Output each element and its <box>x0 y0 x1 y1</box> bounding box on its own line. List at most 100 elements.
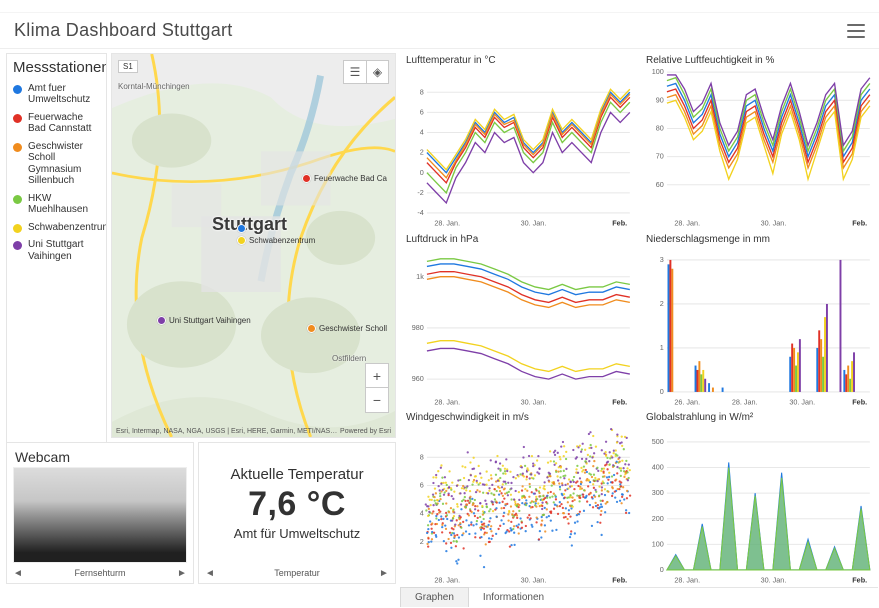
svg-text:80: 80 <box>656 124 664 133</box>
map-pin-schwabenzentrum[interactable]: Schwabenzentrum <box>237 236 315 245</box>
svg-text:1k: 1k <box>416 271 424 280</box>
svg-text:60: 60 <box>656 180 664 189</box>
webcam-next-button[interactable]: ► <box>175 568 189 579</box>
map-attribution: Esri, Intermap, NASA, NGA, USGS | Esri, … <box>116 428 391 435</box>
svg-text:Feb.: Feb. <box>852 397 867 406</box>
svg-text:0: 0 <box>660 387 664 396</box>
svg-text:30. Jan.: 30. Jan. <box>761 575 787 584</box>
map-pin-amt[interactable] <box>237 224 246 233</box>
legend-dot-icon <box>13 224 22 233</box>
chart-title: Globalstrahlung in W/m² <box>640 412 874 425</box>
svg-text:100: 100 <box>652 68 664 76</box>
svg-text:Feb.: Feb. <box>612 218 627 227</box>
svg-text:90: 90 <box>656 95 664 104</box>
svg-text:3: 3 <box>660 255 664 264</box>
map-pin-uni[interactable]: Uni Stuttgart Vaihingen <box>157 316 251 325</box>
city-label: Stuttgart <box>212 214 287 235</box>
svg-text:2: 2 <box>420 537 424 546</box>
legend-dot-icon <box>13 241 22 250</box>
zoom-in-button[interactable]: + <box>366 364 388 388</box>
zoom-controls: + − <box>365 363 389 413</box>
tab-info[interactable]: Informationen <box>469 588 559 608</box>
svg-text:28. Jan.: 28. Jan. <box>434 218 460 227</box>
charts-panel: Lufttemperatur in °C -4 -2 0 246828. Jan.30.… <box>400 53 878 584</box>
svg-text:30. Jan.: 30. Jan. <box>521 218 547 227</box>
chart-global: Globalstrahlung in W/m² 0 100 200 300 400 500 2… <box>640 410 878 587</box>
legend-item-3[interactable]: HKW Muehlhausen <box>13 193 100 216</box>
charts-tabs: Graphen Informationen <box>400 587 878 608</box>
legend-dot-icon <box>13 143 22 152</box>
svg-text:980: 980 <box>412 323 424 332</box>
chart-body[interactable]: 9609801k28. Jan.30. Jan.Feb. <box>400 247 634 409</box>
zoom-out-button[interactable]: − <box>366 388 388 412</box>
webcam-nav-label: Fernsehturm <box>74 568 125 578</box>
svg-text:-4: -4 <box>417 208 423 217</box>
chart-luftdruck: Luftdruck in hPa9609801k28. Jan.30. Jan.… <box>400 232 638 409</box>
legend-label: Feuerwache Bad Cannstatt <box>28 112 100 135</box>
legend-label: Amt fuer Umweltschutz <box>28 83 100 106</box>
map-pin-feuerwache[interactable]: Feuerwache Bad Ca <box>302 174 387 183</box>
svg-text:0: 0 <box>660 565 664 574</box>
legend-dot-icon <box>13 85 22 94</box>
header: Klima Dashboard Stuttgart <box>0 13 879 49</box>
legend-item-2[interactable]: Geschwister Scholl Gymnasium Sillenbuch <box>13 141 100 187</box>
chart-body[interactable]: 6070809010028. Jan.30. Jan.Feb. <box>640 68 874 230</box>
chart-luftfeucht: Relative Luftfeuchtigkeit in %6070809010… <box>640 53 878 230</box>
chart-title: Niederschlagsmenge in mm <box>640 234 874 247</box>
menu-icon[interactable] <box>847 24 865 38</box>
svg-text:200: 200 <box>652 514 664 523</box>
map[interactable]: S1 ☰ ◈ + − Stuttgart Korntal-Münchingen … <box>112 54 395 437</box>
legend-label: Uni Stuttgart Vaihingen <box>28 239 100 262</box>
chart-title: Relative Luftfeuchtigkeit in % <box>640 55 874 68</box>
page-title: Klima Dashboard Stuttgart <box>14 20 233 41</box>
svg-text:300: 300 <box>652 488 664 497</box>
webcam-prev-button[interactable]: ◄ <box>11 568 25 579</box>
svg-text:Feb.: Feb. <box>852 575 867 584</box>
svg-text:6: 6 <box>420 107 424 116</box>
chart-title: Lufttemperatur in °C <box>400 55 634 68</box>
temp-next-button[interactable]: ► <box>377 568 391 579</box>
map-label-ostfildern: Ostfildern <box>332 354 366 363</box>
layers-icon[interactable]: ◈ <box>366 61 388 83</box>
svg-text:28. Jan.: 28. Jan. <box>434 397 460 406</box>
legend-item-1[interactable]: Feuerwache Bad Cannstatt <box>13 112 100 135</box>
legend-dot-icon <box>13 114 22 123</box>
legend-item-4[interactable]: Schwabenzentrum <box>13 222 100 234</box>
svg-text:100: 100 <box>652 539 664 548</box>
svg-text:28. Jan.: 28. Jan. <box>732 397 758 406</box>
temp-nav-label: Temperatur <box>274 568 320 578</box>
chart-title: Windgeschwindigkeit in m/s <box>400 412 634 425</box>
svg-text:500: 500 <box>652 437 664 446</box>
legend-dot-icon <box>13 195 22 204</box>
legend-item-5[interactable]: Uni Stuttgart Vaihingen <box>13 239 100 262</box>
legend-item-0[interactable]: Amt fuer Umweltschutz <box>13 83 100 106</box>
map-pin-scholl[interactable]: Geschwister Scholl <box>307 324 387 333</box>
chart-body[interactable]: -4-20246828. Jan.30. Jan.Feb. <box>400 68 634 230</box>
map-panel: S1 ☰ ◈ + − Stuttgart Korntal-Münchingen … <box>111 53 396 438</box>
legend-toggle-icon[interactable]: ☰ <box>344 61 366 83</box>
legend-title: Messstationen <box>13 60 100 77</box>
current-temp-panel: Aktuelle Temperatur 7,6 °C Amt für Umwel… <box>198 442 396 584</box>
svg-text:2: 2 <box>660 299 664 308</box>
svg-text:0: 0 <box>420 168 424 177</box>
svg-text:30. Jan.: 30. Jan. <box>521 397 547 406</box>
webcam-panel: Webcam ◄ Fernsehturm ► <box>6 442 194 584</box>
chart-lufttemp: Lufttemperatur in °C-4-20246828. Jan.30.… <box>400 53 638 230</box>
chart-body[interactable]: 246828. Jan.30. Jan.Feb. <box>400 425 634 587</box>
temp-subtitle: Amt für Umweltschutz <box>234 526 360 541</box>
map-tools: ☰ ◈ <box>343 60 389 84</box>
map-label-korntal: Korntal-Münchingen <box>118 82 190 91</box>
tab-graphs[interactable]: Graphen <box>400 587 469 607</box>
temp-value: 7,6 °C <box>248 485 346 524</box>
svg-text:-2: -2 <box>417 188 423 197</box>
svg-text:1: 1 <box>660 343 664 352</box>
legend-label: HKW Muehlhausen <box>28 193 100 216</box>
svg-text:400: 400 <box>652 463 664 472</box>
chart-body[interactable]: 0 100 200 300 400 500 28. Jan. 30. Jan. Feb. <box>640 425 874 587</box>
svg-text:28. Jan.: 28. Jan. <box>674 575 700 584</box>
chart-body[interactable]: 012326. Jan.28. Jan.30. Jan.Feb. <box>640 247 874 409</box>
svg-text:2: 2 <box>420 148 424 157</box>
temp-prev-button[interactable]: ◄ <box>203 568 217 579</box>
svg-text:960: 960 <box>412 374 424 383</box>
webcam-title: Webcam <box>7 443 193 467</box>
